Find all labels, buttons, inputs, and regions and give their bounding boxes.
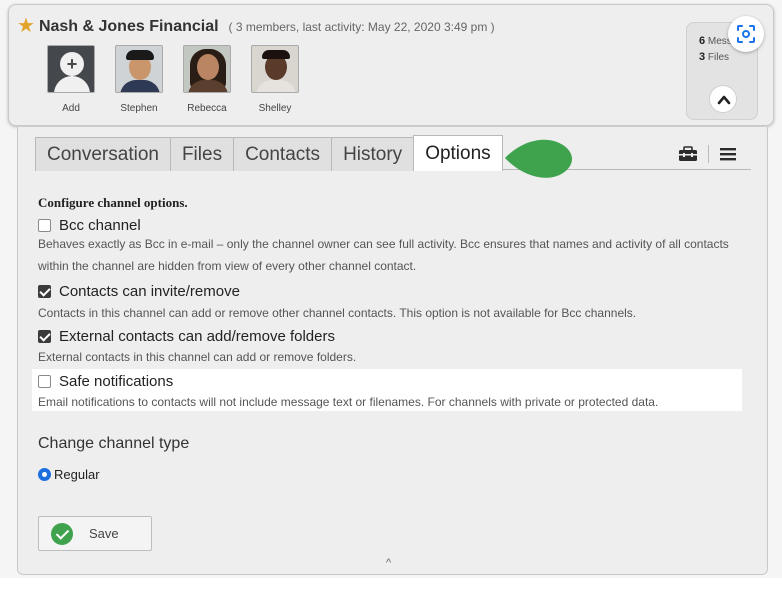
bottom-margin xyxy=(0,578,782,591)
member-name: Stephen xyxy=(120,103,158,114)
member-name: Add xyxy=(62,103,80,114)
option-description: Contacts in this channel can add or remo… xyxy=(38,306,637,320)
regular-radio[interactable] xyxy=(38,468,51,481)
tab-contacts[interactable]: Contacts xyxy=(233,137,333,171)
option-external-folders[interactable]: External contacts can add/remove folders xyxy=(38,328,335,345)
tab-files[interactable]: Files xyxy=(169,137,235,171)
avatar[interactable] xyxy=(115,45,163,93)
menu-icon[interactable] xyxy=(719,146,737,162)
star-icon[interactable]: ★ xyxy=(17,16,35,36)
option-contacts-invite[interactable]: Contacts can invite/remove xyxy=(38,283,240,300)
checkmark-icon xyxy=(51,522,73,545)
safe-notifications-checkbox[interactable] xyxy=(38,375,51,388)
scan-icon xyxy=(737,25,755,43)
member-name: Rebecca xyxy=(187,103,227,114)
option-bcc-channel[interactable]: Bcc channel xyxy=(38,217,141,234)
files-stat[interactable]: 3 Files xyxy=(699,51,729,63)
avatar[interactable] xyxy=(183,45,231,93)
member-stephen[interactable]: Stephen xyxy=(105,45,173,114)
option-description: Behaves exactly as Bcc in e-mail – only … xyxy=(38,237,729,273)
member-shelley[interactable]: Shelley xyxy=(241,45,309,114)
options-panel: Conversation Files Contacts History Opti… xyxy=(17,127,768,575)
tab-history[interactable]: History xyxy=(331,137,415,171)
files-label: Files xyxy=(707,52,730,63)
save-button[interactable]: Save xyxy=(38,516,152,551)
toolbox-icon[interactable] xyxy=(678,146,698,162)
option-label: Bcc channel xyxy=(59,217,141,234)
option-label: Contacts can invite/remove xyxy=(59,283,240,300)
member-rebecca[interactable]: Rebecca xyxy=(173,45,241,114)
screen-capture-button[interactable] xyxy=(728,16,764,52)
bcc-checkbox[interactable] xyxy=(38,219,51,232)
chevron-up-icon xyxy=(717,95,731,105)
option-description: External contacts in this channel can ad… xyxy=(38,350,357,364)
option-label: External contacts can add/remove folders xyxy=(59,328,335,345)
option-label: Safe notifications xyxy=(59,373,174,390)
channel-header: ★ Nash & Jones Financial ( 3 members, la… xyxy=(8,4,774,126)
pointer-highlight-icon xyxy=(505,139,572,178)
change-channel-type-title: Change channel type xyxy=(38,435,190,452)
channel-type-regular[interactable]: Regular xyxy=(38,467,100,482)
member-list: Add Stephen Rebecca Shelley xyxy=(37,45,309,114)
channel-title-row: ★ Nash & Jones Financial ( 3 members, la… xyxy=(17,16,495,36)
caret-up-icon[interactable]: ^ xyxy=(386,557,391,569)
add-person-icon[interactable] xyxy=(47,45,95,93)
messages-count: 6 xyxy=(699,35,706,47)
tab-bar: Conversation Files Contacts History Opti… xyxy=(35,135,503,171)
channel-title: Nash & Jones Financial xyxy=(38,18,219,35)
avatar[interactable] xyxy=(251,45,299,93)
member-name: Shelley xyxy=(258,103,292,114)
tab-options[interactable]: Options xyxy=(413,135,503,171)
radio-label: Regular xyxy=(54,467,100,482)
option-safe-notifications[interactable]: Safe notifications xyxy=(38,373,173,390)
collapse-header-button[interactable] xyxy=(709,85,737,113)
toolbar-separator xyxy=(708,145,709,163)
channel-meta: ( 3 members, last activity: May 22, 2020… xyxy=(228,20,495,34)
files-count: 3 xyxy=(699,51,706,63)
tab-conversation[interactable]: Conversation xyxy=(35,137,171,171)
option-description: Email notifications to contacts will not… xyxy=(38,395,659,409)
add-member-button[interactable]: Add xyxy=(37,45,105,114)
panel-toolbar xyxy=(678,145,737,163)
contacts-invite-checkbox[interactable] xyxy=(38,285,51,298)
external-folders-checkbox[interactable] xyxy=(38,330,51,343)
save-label: Save xyxy=(89,526,119,541)
section-title: Configure channel options. xyxy=(38,195,188,210)
